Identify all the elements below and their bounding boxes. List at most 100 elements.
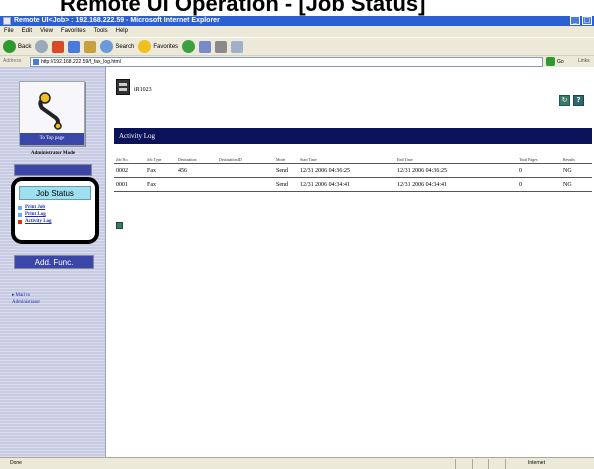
- col-end-time: End Time: [397, 157, 413, 162]
- go-label: Go: [557, 58, 564, 65]
- bullet-icon: [18, 212, 22, 217]
- sidebar-item-activity-log[interactable]: Activity Log: [18, 219, 52, 224]
- section-title: Activity Log: [114, 128, 592, 144]
- active-bullet-icon: [18, 219, 22, 224]
- job-status-button[interactable]: Job Status: [19, 186, 91, 200]
- sidebar-item-print-job[interactable]: Print Job: [18, 205, 52, 210]
- menu-bar: File Edit View Favorites Tools Help: [0, 26, 594, 37]
- edit-button[interactable]: [231, 40, 244, 53]
- address-bar: Address http://192.168.222.59/f_fax_log.…: [0, 55, 594, 67]
- status-text: Done: [10, 460, 22, 466]
- menu-help[interactable]: Help: [116, 26, 128, 37]
- table-header-row: Job No. Job Type Destination Destination…: [114, 156, 592, 164]
- mail-button[interactable]: [199, 40, 212, 53]
- top-page-link[interactable]: To Top page: [20, 133, 84, 145]
- back-button[interactable]: Back: [3, 40, 31, 53]
- status-divider: [505, 459, 506, 469]
- address-input[interactable]: http://192.168.222.59/f_fax_log.html: [30, 57, 543, 67]
- device-nav-button[interactable]: [14, 164, 92, 176]
- mail-to-label: Mail to: [15, 293, 31, 298]
- cell-total-pages: 0: [519, 168, 522, 174]
- refresh-icon: [68, 40, 81, 53]
- refresh-page-icon[interactable]: ↻: [559, 95, 570, 106]
- col-destination-id: DestinationID: [219, 157, 242, 162]
- favorites-button[interactable]: Favorites: [138, 40, 178, 53]
- bullet-icon: [18, 205, 22, 210]
- add-func-button[interactable]: Add. Func.: [14, 255, 94, 269]
- search-button[interactable]: Search: [100, 40, 134, 53]
- caption-text: Remote UI Operation - [Job Status]: [60, 0, 426, 16]
- home-icon: [84, 40, 97, 53]
- maximize-button[interactable]: □: [582, 16, 592, 25]
- refresh-button[interactable]: [68, 40, 81, 53]
- job-status-submenu: Print Job Print Log Activity Log: [18, 205, 52, 226]
- device-name: iR1023: [134, 87, 152, 93]
- cell-job-no: 0002: [116, 168, 128, 174]
- cell-results: NG: [563, 182, 572, 188]
- stop-icon: [52, 40, 65, 53]
- go-button[interactable]: Go: [546, 57, 564, 66]
- menu-file[interactable]: File: [4, 26, 14, 37]
- stop-button[interactable]: [52, 40, 65, 53]
- security-zone: Internet: [528, 460, 545, 466]
- left-sidebar: To Top page Administrator Mode Job Statu…: [0, 67, 106, 457]
- go-arrow-icon: [546, 57, 555, 66]
- mail-to-administrator-link[interactable]: ▸Mail to Administrator: [12, 292, 40, 306]
- status-divider: [472, 459, 473, 469]
- cell-results: NG: [563, 168, 572, 174]
- col-results: Results: [563, 157, 575, 162]
- window-controls: _ □: [570, 16, 592, 26]
- address-label: Address: [3, 58, 22, 64]
- cell-destination: 456: [178, 168, 187, 174]
- col-destination: Destination: [178, 157, 197, 162]
- cell-start-time: 12/31 2006 04:34:41: [300, 182, 351, 188]
- forward-button[interactable]: [35, 40, 49, 53]
- search-label: Search: [115, 43, 135, 50]
- cell-job-type: Fax: [147, 182, 156, 188]
- search-icon: [100, 40, 114, 53]
- cell-total-pages: 0: [519, 182, 522, 188]
- links-label[interactable]: Links: [578, 58, 590, 64]
- col-total-pages: Total Pages: [519, 157, 538, 162]
- cell-mode: Send: [276, 168, 288, 174]
- table-row: 0002 Fax 456 Send 12/31 2006 04:36:25 12…: [114, 164, 592, 178]
- print-button[interactable]: [215, 40, 228, 53]
- page-top-icon[interactable]: [116, 222, 123, 229]
- menu-view[interactable]: View: [40, 26, 53, 37]
- minimize-button[interactable]: _: [570, 16, 580, 25]
- col-start-time: Start Time: [300, 157, 317, 162]
- cell-start-time: 12/31 2006 04:36:25: [300, 168, 351, 174]
- cell-end-time: 12/31 2006 04:34:41: [397, 182, 448, 188]
- tool-logo-icon: [38, 92, 62, 130]
- menu-tools[interactable]: Tools: [94, 26, 108, 37]
- media-button[interactable]: [182, 40, 196, 53]
- sidebar-item-print-log[interactable]: Print Log: [18, 212, 52, 217]
- device-header: iR1023: [116, 79, 152, 95]
- job-status-highlight: Job Status Print Job Print Log Activity …: [11, 177, 99, 244]
- edit-icon: [231, 40, 244, 53]
- print-icon: [215, 40, 228, 53]
- favorites-label: Favorites: [153, 43, 179, 50]
- ie-app-icon: [3, 17, 11, 25]
- address-url: http://192.168.222.59/f_fax_log.html: [41, 59, 121, 65]
- status-divider: [488, 459, 489, 469]
- top-page-logo[interactable]: To Top page: [19, 81, 85, 146]
- col-job-no: Job No.: [116, 157, 129, 162]
- window-title: Remote UI<Job> : 192.168.222.59 - Micros…: [14, 17, 220, 24]
- menu-favorites[interactable]: Favorites: [61, 26, 86, 37]
- help-icon[interactable]: ?: [573, 95, 584, 106]
- activity-log-table: Job No. Job Type Destination Destination…: [114, 156, 592, 192]
- home-button[interactable]: [84, 40, 97, 53]
- page-caption: Remote UI Operation - [Job Status]: [0, 0, 594, 16]
- menu-edit[interactable]: Edit: [22, 26, 32, 37]
- table-row: 0001 Fax Send 12/31 2006 04:34:41 12/31 …: [114, 178, 592, 192]
- back-arrow-icon: [3, 40, 16, 53]
- browser-toolbar: Back Search Favorites: [0, 37, 594, 55]
- sidebar-item-label: Print Job: [25, 205, 46, 210]
- cell-end-time: 12/31 2006 04:36:25: [397, 168, 448, 174]
- sidebar-item-label: Print Log: [25, 212, 46, 217]
- forward-arrow-icon: [35, 40, 49, 53]
- back-label: Back: [18, 43, 32, 50]
- status-divider: [455, 459, 456, 469]
- star-icon: [138, 40, 152, 53]
